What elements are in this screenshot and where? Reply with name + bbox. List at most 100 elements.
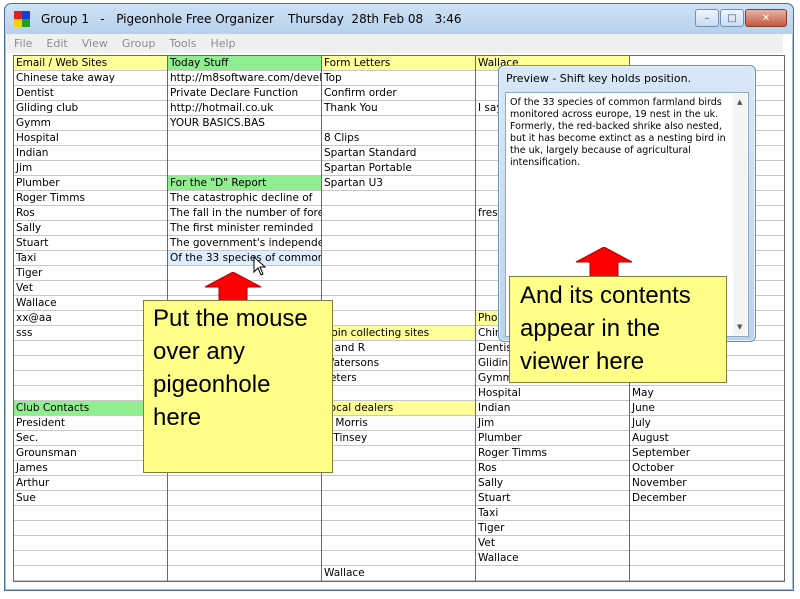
- scroll-down-icon[interactable]: ▼: [737, 321, 742, 333]
- pigeonhole-cell[interactable]: [322, 491, 475, 506]
- pigeonhole-cell[interactable]: [322, 536, 475, 551]
- pigeonhole-cell[interactable]: Taxi: [476, 506, 629, 521]
- pigeonhole-cell[interactable]: Stuart: [476, 491, 629, 506]
- pigeonhole-cell[interactable]: Thank You: [322, 101, 475, 116]
- pigeonhole-cell[interactable]: [322, 386, 475, 401]
- pigeonhole-cell[interactable]: Spartan U3: [322, 176, 475, 191]
- pigeonhole-cell[interactable]: Top: [322, 71, 475, 86]
- pigeonhole-cell[interactable]: Dentist: [14, 86, 167, 101]
- pigeonhole-cell[interactable]: Sally: [14, 221, 167, 236]
- pigeonhole-cell[interactable]: [322, 476, 475, 491]
- pigeonhole-header[interactable]: Email / Web Sites: [14, 56, 167, 71]
- pigeonhole-cell[interactable]: June: [630, 401, 784, 416]
- pigeonhole-cell[interactable]: [168, 536, 321, 551]
- pigeonhole-cell[interactable]: [168, 491, 321, 506]
- pigeonhole-cell[interactable]: [630, 536, 784, 551]
- pigeonhole-cell[interactable]: Confirm order: [322, 86, 475, 101]
- pigeonhole-cell[interactable]: [168, 146, 321, 161]
- pigeonhole-cell[interactable]: http://m8software.com/develop: [168, 71, 321, 86]
- pigeonhole-cell[interactable]: [322, 236, 475, 251]
- pigeonhole-cell[interactable]: Gliding club: [14, 101, 167, 116]
- pigeonhole-cell[interactable]: Peters: [322, 371, 475, 386]
- pigeonhole-cell[interactable]: Of the 33 species of common: [168, 251, 321, 266]
- pigeonhole-cell[interactable]: August: [630, 431, 784, 446]
- pigeonhole-cell[interactable]: [322, 251, 475, 266]
- pigeonhole-cell[interactable]: [168, 521, 321, 536]
- pigeonhole-cell[interactable]: [630, 566, 784, 581]
- pigeonhole-cell[interactable]: The first minister reminded: [168, 221, 321, 236]
- pigeonhole-cell[interactable]: Roger Timms: [476, 446, 629, 461]
- pigeonhole-cell[interactable]: Sally: [476, 476, 629, 491]
- pigeonhole-cell[interactable]: Jim: [476, 416, 629, 431]
- pigeonhole-cell[interactable]: [322, 191, 475, 206]
- pigeonhole-cell[interactable]: Ros: [14, 206, 167, 221]
- pigeonhole-cell[interactable]: [322, 206, 475, 221]
- pigeonhole-cell[interactable]: [630, 506, 784, 521]
- menu-edit[interactable]: Edit: [39, 37, 74, 50]
- menu-file[interactable]: File: [7, 37, 39, 50]
- pigeonhole-cell[interactable]: [322, 221, 475, 236]
- pigeonhole-cell[interactable]: Vet: [14, 281, 167, 296]
- pigeonhole-cell[interactable]: [14, 536, 167, 551]
- pigeonhole-cell[interactable]: [322, 461, 475, 476]
- pigeonhole-cell[interactable]: [322, 116, 475, 131]
- pigeonhole-cell[interactable]: Private Declare Function: [168, 86, 321, 101]
- pigeonhole-cell[interactable]: [476, 566, 629, 581]
- pigeonhole-cell[interactable]: Ros: [476, 461, 629, 476]
- maximize-button[interactable]: □: [720, 9, 744, 27]
- menu-tools[interactable]: Tools: [162, 37, 203, 50]
- pigeonhole-cell[interactable]: [322, 296, 475, 311]
- pigeonhole-cell[interactable]: Roger Timms: [14, 191, 167, 206]
- pigeonhole-cell[interactable]: Indian: [476, 401, 629, 416]
- pigeonhole-cell[interactable]: Plumber: [476, 431, 629, 446]
- pigeonhole-cell[interactable]: November: [630, 476, 784, 491]
- pigeonhole-cell[interactable]: [322, 506, 475, 521]
- pigeonhole-cell[interactable]: Watersons: [322, 356, 475, 371]
- pigeonhole-cell[interactable]: 8 Clips: [322, 131, 475, 146]
- close-button[interactable]: ✕: [745, 9, 787, 27]
- pigeonhole-cell[interactable]: [322, 266, 475, 281]
- menu-group[interactable]: Group: [115, 37, 163, 50]
- pigeonhole-cell[interactable]: Stuart: [14, 236, 167, 251]
- pigeonhole-cell[interactable]: [14, 551, 167, 566]
- pigeonhole-cell[interactable]: Tiger: [14, 266, 167, 281]
- pigeonhole-cell[interactable]: http://hotmail.co.uk: [168, 101, 321, 116]
- pigeonhole-cell[interactable]: [168, 476, 321, 491]
- pigeonhole-cell[interactable]: July: [630, 416, 784, 431]
- title-bar[interactable]: Group 1 - Pigeonhole Free Organizer Thur…: [5, 4, 793, 34]
- pigeonhole-cell[interactable]: Sue: [14, 491, 167, 506]
- pigeonhole-cell[interactable]: Arthur: [14, 476, 167, 491]
- pigeonhole-header[interactable]: Today Stuff: [168, 56, 321, 71]
- pigeonhole-cell[interactable]: December: [630, 491, 784, 506]
- pigeonhole-cell[interactable]: [168, 506, 321, 521]
- pigeonhole-cell[interactable]: The fall in the number of forest: [168, 206, 321, 221]
- pigeonhole-header[interactable]: For the "D" Report: [168, 176, 321, 191]
- pigeonhole-cell[interactable]: YOUR BASICS.BAS: [168, 116, 321, 131]
- pigeonhole-cell[interactable]: Gymm: [14, 116, 167, 131]
- pigeonhole-cell[interactable]: The catastrophic decline of: [168, 191, 321, 206]
- pigeonhole-cell[interactable]: [14, 506, 167, 521]
- preview-scrollbar[interactable]: ▲ ▼: [733, 94, 747, 335]
- pigeonhole-cell[interactable]: [322, 521, 475, 536]
- pigeonhole-cell[interactable]: Wallace: [476, 551, 629, 566]
- pigeonhole-cell[interactable]: [630, 551, 784, 566]
- pigeonhole-cell[interactable]: September: [630, 446, 784, 461]
- pigeonhole-header[interactable]: Form Letters: [322, 56, 475, 71]
- pigeonhole-cell[interactable]: Hospital: [14, 131, 167, 146]
- pigeonhole-cell[interactable]: D Morris: [322, 416, 475, 431]
- pigeonhole-cell[interactable]: [14, 566, 167, 581]
- pigeonhole-cell[interactable]: Wallace: [322, 566, 475, 581]
- pigeonhole-cell[interactable]: [322, 311, 475, 326]
- minimize-button[interactable]: –: [695, 9, 719, 27]
- pigeonhole-cell[interactable]: [322, 446, 475, 461]
- pigeonhole-header[interactable]: Local dealers: [322, 401, 475, 416]
- pigeonhole-cell[interactable]: [14, 521, 167, 536]
- pigeonhole-cell[interactable]: Tiger: [476, 521, 629, 536]
- pigeonhole-cell[interactable]: Spartan Standard: [322, 146, 475, 161]
- pigeonhole-cell[interactable]: October: [630, 461, 784, 476]
- pigeonhole-cell[interactable]: Chinese take away: [14, 71, 167, 86]
- pigeonhole-cell[interactable]: May: [630, 386, 784, 401]
- menu-view[interactable]: View: [75, 37, 115, 50]
- pigeonhole-cell[interactable]: [630, 521, 784, 536]
- pigeonhole-cell[interactable]: Hospital: [476, 386, 629, 401]
